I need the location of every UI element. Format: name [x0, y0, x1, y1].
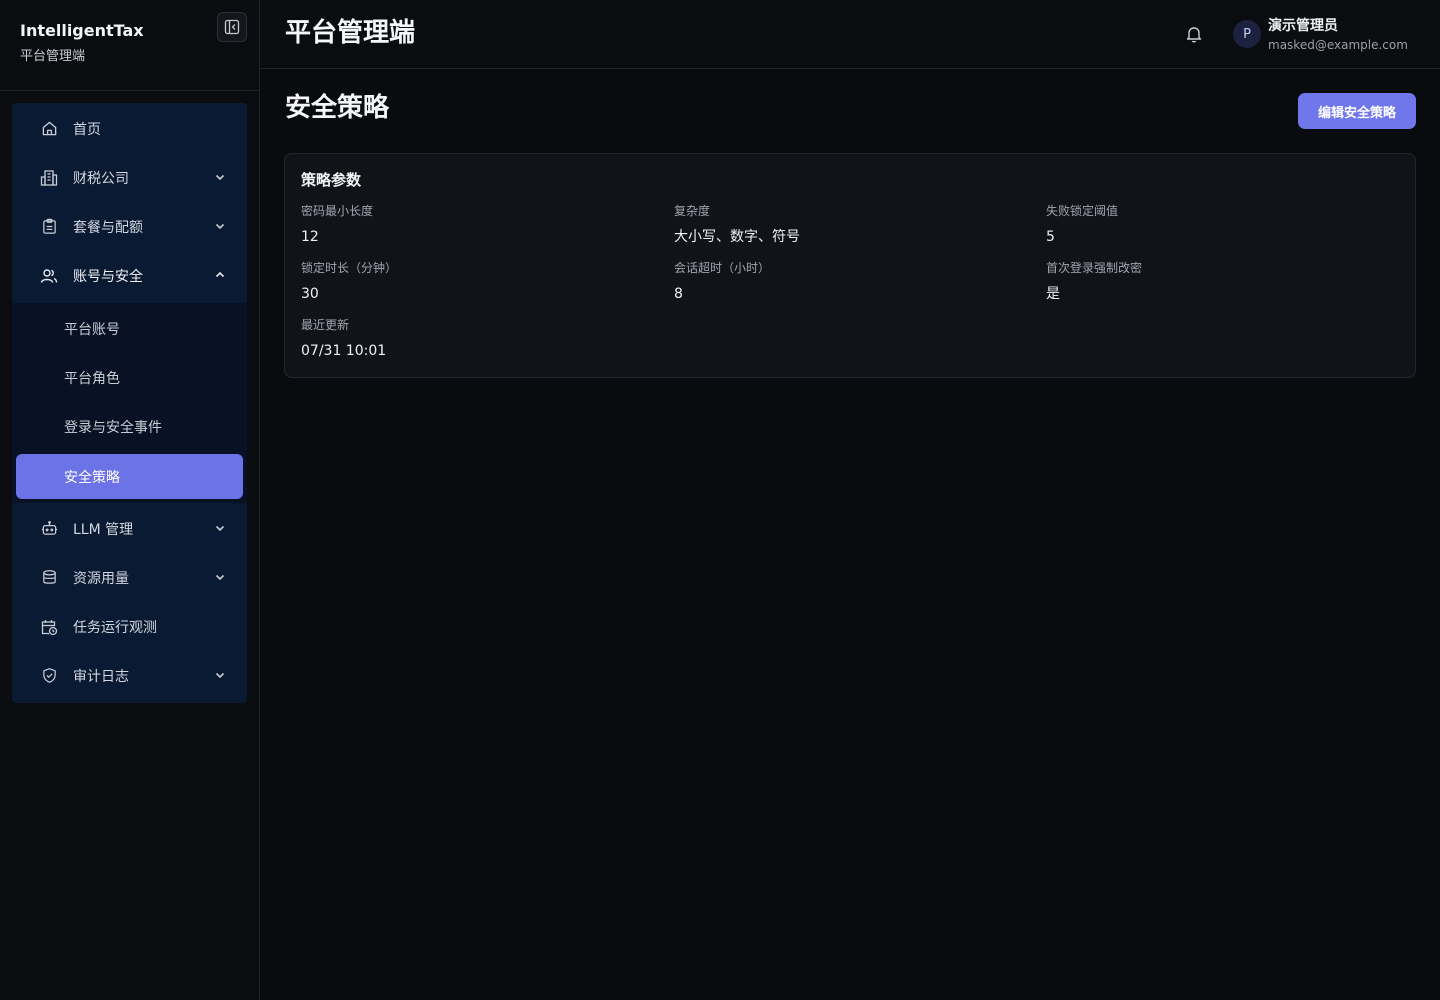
- sidebar-item-resource-usage[interactable]: 资源用量: [12, 553, 247, 602]
- sidebar-subitem-label: 平台账号: [64, 321, 120, 338]
- database-icon: [40, 569, 58, 587]
- sidebar-collapse-button[interactable]: [217, 12, 247, 42]
- clipboard-icon: [40, 218, 58, 236]
- sidebar-item-task-observability[interactable]: 任务运行观测: [12, 602, 247, 651]
- field-label: 密码最小长度: [301, 204, 374, 218]
- policy-parameters-card: 策略参数 密码最小长度 12 复杂度 大小写、数字、符号 失败锁定阈值 5 锁定…: [284, 153, 1416, 378]
- field-force-password-change: 首次登录强制改密 是: [1046, 260, 1142, 304]
- chevron-down-icon: [213, 521, 227, 535]
- sidebar-subitem-label: 登录与安全事件: [64, 419, 162, 436]
- sidebar-nav: 首页 财税公司 套餐与配额 账号与安全 平台账号 平台角色 登录与安全事件 安全…: [12, 103, 247, 703]
- sidebar-item-label: 套餐与配额: [73, 219, 143, 236]
- edit-security-policy-button[interactable]: 编辑安全策略: [1298, 93, 1416, 129]
- field-label: 会话超时（小时）: [674, 261, 771, 275]
- avatar[interactable]: P: [1233, 20, 1261, 48]
- shield-check-icon: [40, 667, 58, 685]
- sidebar-item-accounts-security[interactable]: 账号与安全: [12, 251, 247, 300]
- field-value: 30: [301, 286, 319, 302]
- app-name: IntelligentTax: [20, 21, 144, 40]
- calendar-clock-icon: [40, 618, 58, 636]
- sidebar-divider: [0, 90, 259, 91]
- chevron-down-icon: [213, 668, 227, 682]
- field-session-timeout: 会话超时（小时） 8: [674, 260, 770, 304]
- field-lockout-duration: 锁定时长（分钟） 30: [301, 260, 397, 304]
- chevron-down-icon: [213, 219, 227, 233]
- field-value: 5: [1046, 229, 1055, 245]
- sidebar-subitem-label: 平台角色: [64, 370, 120, 387]
- sidebar-subitem-security-policy[interactable]: 安全策略: [16, 454, 243, 499]
- field-lockout-threshold: 失败锁定阈值 5: [1046, 203, 1118, 247]
- robot-icon: [40, 520, 58, 538]
- field-label: 复杂度: [674, 204, 711, 218]
- sidebar-item-label: 财税公司: [73, 170, 129, 187]
- field-value: 07/31 10:01: [301, 343, 387, 359]
- sidebar-item-label: 资源用量: [73, 570, 129, 587]
- bell-icon[interactable]: [1184, 24, 1204, 44]
- sidebar-subitem-login-security-events[interactable]: 登录与安全事件: [16, 404, 243, 449]
- header-title: 平台管理端: [285, 18, 416, 48]
- field-label: 首次登录强制改密: [1046, 261, 1143, 275]
- sidebar-item-label: LLM 管理: [73, 521, 134, 538]
- sidebar-collapse-icon: [224, 19, 240, 35]
- app-subtitle: 平台管理端: [20, 49, 86, 64]
- chevron-down-icon: [213, 170, 227, 184]
- sidebar: IntelligentTax 平台管理端 首页 财税公司 套餐与配额 账号与安全…: [0, 0, 260, 1000]
- sidebar-subitem-platform-roles[interactable]: 平台角色: [16, 355, 243, 400]
- chevron-up-icon: [213, 268, 227, 282]
- field-value: 大小写、数字、符号: [674, 229, 800, 245]
- field-last-updated: 最近更新 07/31 10:01: [301, 317, 386, 361]
- sidebar-item-label: 任务运行观测: [73, 619, 157, 636]
- sidebar-subitem-platform-accounts[interactable]: 平台账号: [16, 306, 243, 351]
- brand: IntelligentTax 平台管理端: [20, 20, 144, 66]
- chevron-down-icon: [213, 570, 227, 584]
- user-name: 演示管理员: [1268, 18, 1338, 34]
- top-header: 平台管理端 P 演示管理员 masked@example.com: [260, 0, 1440, 69]
- home-icon: [40, 120, 58, 138]
- field-label: 失败锁定阈值: [1046, 204, 1119, 218]
- building-icon: [40, 169, 58, 187]
- user-email: masked@example.com: [1268, 38, 1408, 52]
- page-title: 安全策略: [285, 93, 390, 123]
- field-value: 是: [1046, 286, 1060, 302]
- sidebar-item-label: 首页: [73, 121, 101, 138]
- field-value: 12: [301, 229, 319, 245]
- sidebar-subitem-label: 安全策略: [64, 469, 120, 486]
- sidebar-item-tax-companies[interactable]: 财税公司: [12, 153, 247, 202]
- users-icon: [40, 267, 58, 285]
- field-complexity: 复杂度 大小写、数字、符号: [674, 203, 800, 247]
- sidebar-item-label: 审计日志: [73, 668, 129, 685]
- sidebar-item-plans-quotas[interactable]: 套餐与配额: [12, 202, 247, 251]
- field-label: 最近更新: [301, 318, 350, 332]
- field-password-min-length: 密码最小长度 12: [301, 203, 373, 247]
- card-title: 策略参数: [301, 171, 362, 189]
- field-label: 锁定时长（分钟）: [301, 261, 398, 275]
- sidebar-item-audit-log[interactable]: 审计日志: [12, 651, 247, 700]
- field-value: 8: [674, 286, 683, 302]
- sidebar-item-label: 账号与安全: [73, 268, 143, 285]
- sidebar-item-llm-management[interactable]: LLM 管理: [12, 504, 247, 553]
- sidebar-item-home[interactable]: 首页: [12, 104, 247, 153]
